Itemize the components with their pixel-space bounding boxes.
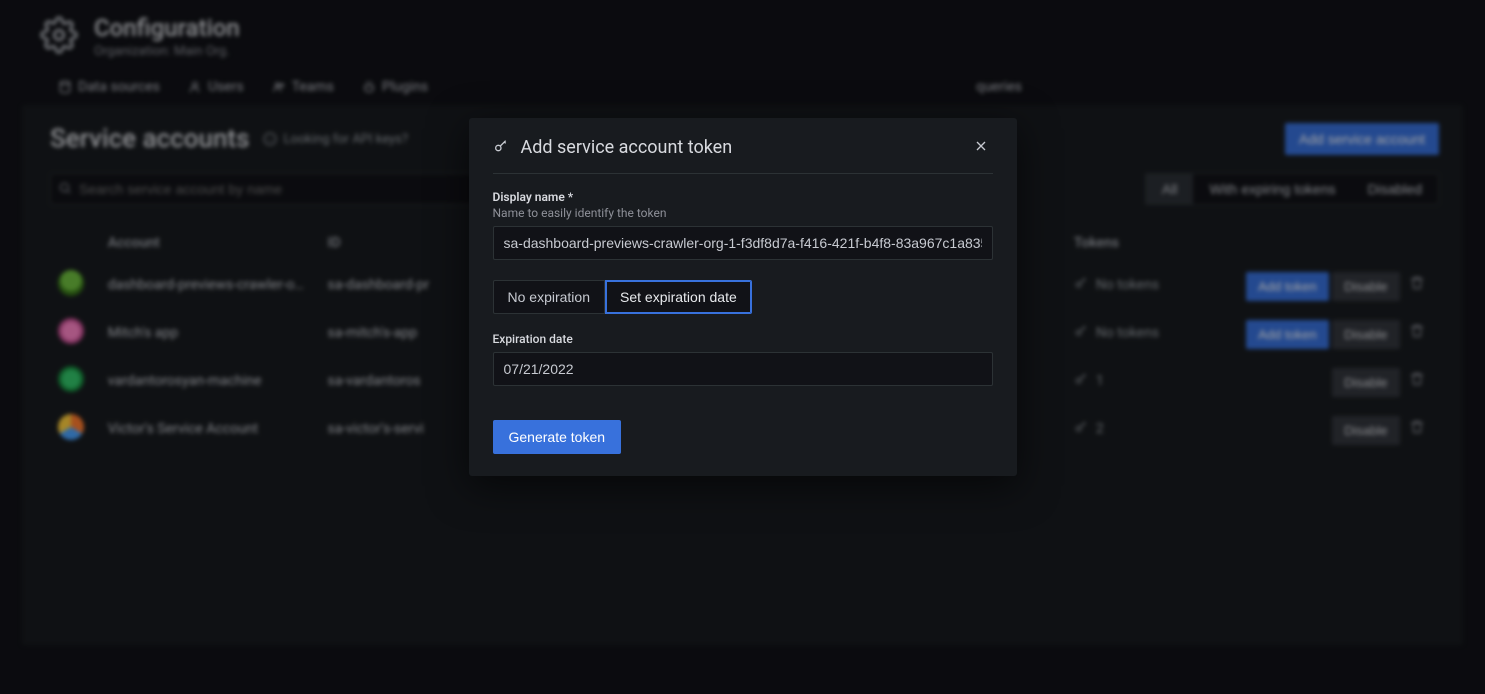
expiration-date-input[interactable] xyxy=(493,352,993,386)
expiration-date-label: Expiration date xyxy=(493,332,993,346)
display-name-input[interactable] xyxy=(493,226,993,260)
close-button[interactable] xyxy=(969,134,993,161)
expiration-radio-group: No expiration Set expiration date xyxy=(493,280,993,314)
modal-backdrop[interactable]: Add service account token Display name *… xyxy=(0,0,1485,694)
set-expiration-button[interactable]: Set expiration date xyxy=(605,280,752,314)
display-name-label: Display name * xyxy=(493,190,993,204)
key-icon xyxy=(493,138,509,158)
generate-token-button[interactable]: Generate token xyxy=(493,420,622,454)
no-expiration-button[interactable]: No expiration xyxy=(493,280,606,314)
close-icon xyxy=(973,138,989,154)
modal-title: Add service account token xyxy=(521,137,957,158)
add-token-modal: Add service account token Display name *… xyxy=(469,118,1017,476)
display-name-help: Name to easily identify the token xyxy=(493,206,993,220)
